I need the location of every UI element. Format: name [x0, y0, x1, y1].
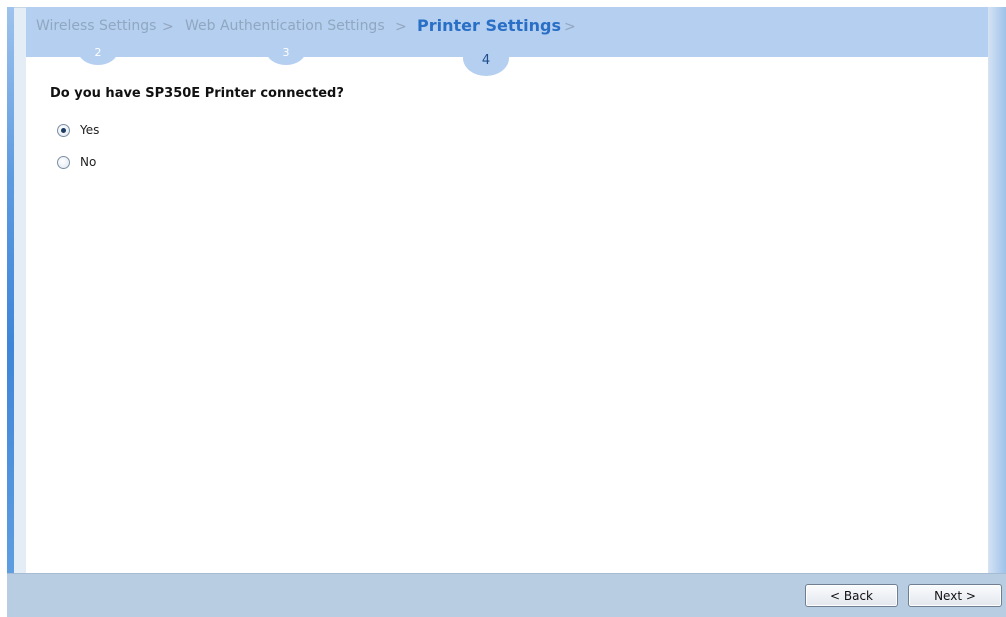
next-button[interactable]: Next > — [908, 584, 1002, 607]
step-wireless-settings: Wireless Settings — [36, 18, 157, 34]
yes-radio[interactable] — [57, 123, 70, 137]
radio-selected-dot — [61, 127, 66, 133]
chevron-right-icon: > — [162, 19, 174, 35]
step-number-4: 4 — [463, 40, 509, 76]
step-number-2: 2 — [78, 36, 118, 65]
cut-off-caption — [0, 0, 1006, 7]
no-label: No — [80, 155, 97, 169]
step-number-3-text: 3 — [282, 46, 290, 59]
step-printer-settings: Printer Settings — [417, 16, 561, 35]
left-accent-bar — [7, 7, 14, 573]
back-button[interactable]: < Back — [805, 584, 898, 607]
step-number-4-text: 4 — [481, 53, 491, 68]
step-web-authentication-settings: Web Authentication Settings — [185, 18, 385, 34]
right-edge-bar — [988, 7, 1006, 573]
wizard-content-panel — [26, 57, 988, 573]
step-number-2-text: 2 — [94, 46, 102, 59]
option-yes[interactable]: Yes — [57, 121, 99, 139]
chevron-right-icon: > — [564, 19, 576, 35]
option-no[interactable]: No — [57, 153, 96, 171]
no-radio[interactable] — [57, 155, 70, 169]
step-number-3: 3 — [266, 36, 306, 65]
yes-label: Yes — [80, 123, 100, 137]
chevron-right-icon: > — [395, 19, 407, 35]
printer-question: Do you have SP350E Printer connected? — [50, 86, 344, 101]
